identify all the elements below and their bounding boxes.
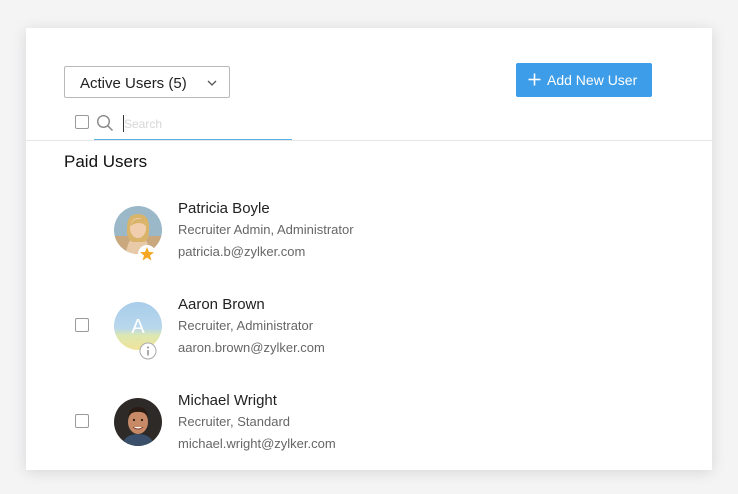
user-name: Patricia Boyle — [178, 200, 270, 217]
star-icon — [138, 245, 156, 263]
user-row-michael-wright[interactable]: Michael Wright Recruiter, Standard micha… — [26, 388, 712, 478]
user-filter-label: Active Users (5) — [80, 75, 187, 92]
avatar[interactable] — [114, 398, 162, 446]
user-photo — [114, 398, 162, 446]
user-name: Michael Wright — [178, 392, 277, 409]
search-icon[interactable] — [96, 114, 114, 132]
add-new-user-label: Add New User — [547, 72, 638, 88]
add-new-user-button[interactable]: Add New User — [516, 63, 652, 97]
user-row-patricia-boyle[interactable]: Patricia Boyle Recruiter Admin, Administ… — [26, 196, 712, 286]
search-input[interactable] — [122, 114, 294, 134]
info-icon[interactable] — [139, 342, 157, 360]
chevron-down-icon — [207, 80, 217, 86]
user-email: patricia.b@zylker.com — [178, 244, 306, 259]
select-all-checkbox[interactable] — [75, 115, 89, 129]
plus-icon — [528, 73, 541, 86]
user-email: michael.wright@zylker.com — [178, 436, 336, 451]
user-name: Aaron Brown — [178, 296, 265, 313]
user-checkbox[interactable] — [75, 318, 89, 332]
section-title: Paid Users — [64, 152, 148, 171]
header-divider — [26, 140, 712, 141]
user-filter-dropdown[interactable]: Active Users (5) — [64, 66, 230, 98]
users-panel: Active Users (5) Add New User Paid Users — [26, 28, 712, 470]
user-row-aaron-brown[interactable]: A Aaron Brown Recruiter, Administrator a… — [26, 292, 712, 382]
user-checkbox[interactable] — [75, 414, 89, 428]
user-role: Recruiter, Administrator — [178, 318, 314, 333]
svg-text:A: A — [131, 316, 145, 338]
user-role: Recruiter Admin, Administrator — [178, 222, 354, 237]
user-role: Recruiter, Standard — [178, 414, 291, 429]
user-email: aaron.brown@zylker.com — [178, 340, 325, 355]
text-caret — [123, 115, 124, 132]
